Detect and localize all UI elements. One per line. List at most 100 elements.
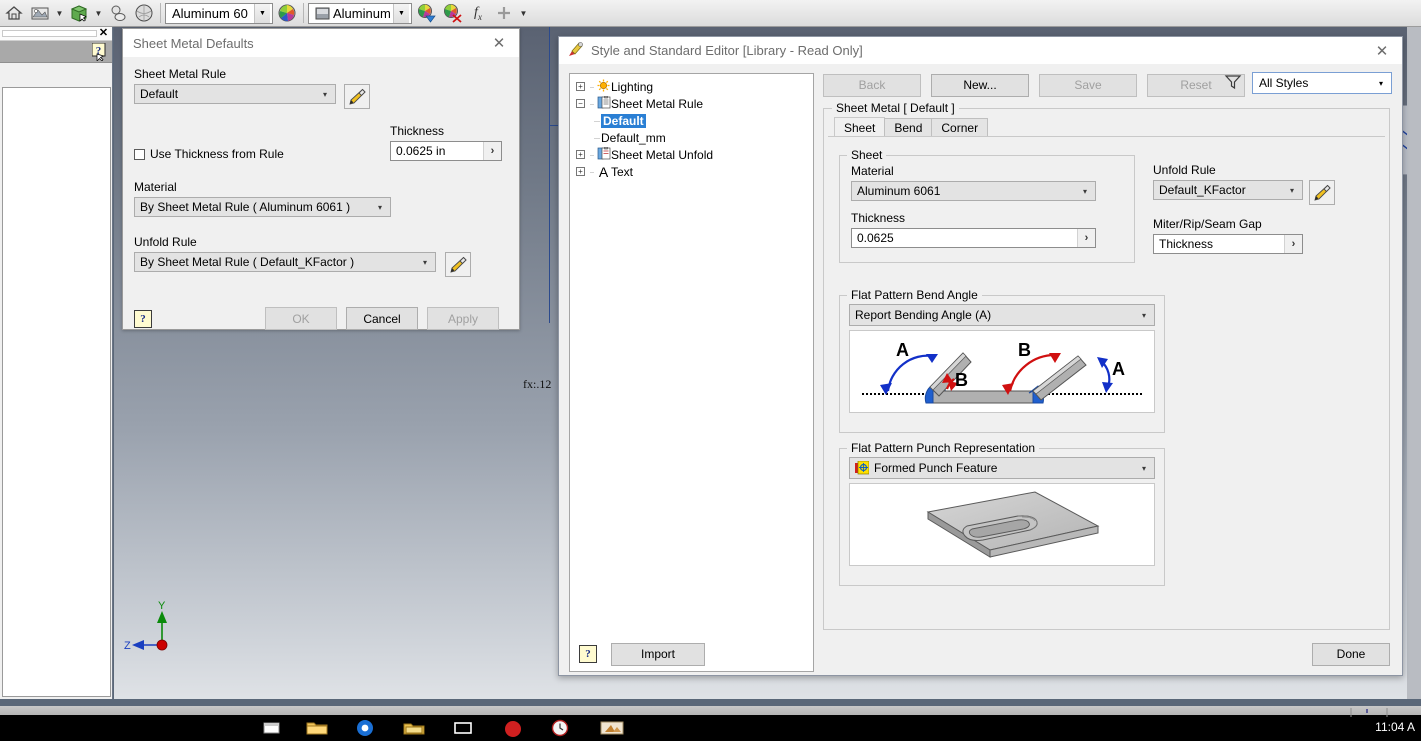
chevron-down-icon[interactable]: ▾ xyxy=(1136,464,1152,473)
sheet-metal-defaults-dialog[interactable]: Sheet Metal Defaults ✕ Sheet Metal Rule … xyxy=(122,28,520,330)
thickness-value: 0.0625 in xyxy=(396,144,446,158)
plus-icon[interactable] xyxy=(492,1,516,25)
taskbar-browser-icon[interactable] xyxy=(355,719,375,737)
sheet-metal-rule-combo[interactable]: Default ▾ xyxy=(134,84,336,104)
apply-button[interactable]: Apply xyxy=(427,307,499,330)
tree-item-default-mm[interactable]: ··· Default_mm xyxy=(576,129,813,146)
more-caret-icon[interactable]: ▼ xyxy=(518,1,529,25)
thickness-input[interactable]: 0.0625 in › xyxy=(390,141,502,161)
tree-item-text[interactable]: + ·· A Text xyxy=(576,163,813,180)
miter-gap-input[interactable]: Thickness › xyxy=(1153,234,1303,254)
unfold-rule-value: Default_KFactor xyxy=(1159,183,1246,197)
help-button[interactable]: ? xyxy=(579,645,597,663)
chevron-down-icon[interactable]: ▾ xyxy=(1136,311,1152,320)
style-editor-main: + ·· Lighting − ·· Sheet Metal Rule ··· … xyxy=(559,64,1402,675)
expander-icon[interactable]: + xyxy=(576,82,585,91)
material-box-icon[interactable] xyxy=(67,1,91,25)
styles-filter-combo[interactable]: All Styles ▾ xyxy=(1252,72,1392,94)
chevron-down-icon[interactable]: ▾ xyxy=(417,258,433,267)
application-toolbar[interactable]: ▼ ▼ Aluminum 60 ▼ Aluminum ▼ fx ▼ xyxy=(0,0,1421,27)
appearance-combo[interactable]: Aluminum 60 ▼ xyxy=(165,2,273,24)
bend-angle-combo[interactable]: Report Bending Angle (A) ▾ xyxy=(849,304,1155,326)
browser-close-icon[interactable]: ✕ xyxy=(97,28,110,39)
taskbar-explorer-icon[interactable] xyxy=(403,719,425,737)
sheet-metal-rule-value: Default xyxy=(140,87,179,101)
done-button[interactable]: Done xyxy=(1312,642,1390,666)
style-and-standard-editor-dialog[interactable]: Style and Standard Editor [Library - Rea… xyxy=(558,36,1403,676)
shaded-display-icon[interactable] xyxy=(106,1,130,25)
chevron-down-icon[interactable]: ▾ xyxy=(1373,79,1389,88)
edit-sheet-metal-rule-button[interactable] xyxy=(344,84,370,109)
tree-item-lighting[interactable]: + ·· Lighting xyxy=(576,78,813,95)
new-label: New... xyxy=(963,78,997,92)
thickness-more-icon[interactable]: › xyxy=(1077,229,1095,247)
close-icon[interactable]: ✕ xyxy=(1362,37,1402,65)
taskbar-app-icon[interactable] xyxy=(453,719,473,737)
home-icon[interactable] xyxy=(2,1,26,25)
fx-icon[interactable]: fx xyxy=(466,1,490,25)
chevron-down-icon[interactable]: ▼ xyxy=(254,3,270,23)
ok-button[interactable]: OK xyxy=(265,307,337,330)
edit-unfold-rule-button[interactable] xyxy=(445,252,471,277)
viewport-scrollbar[interactable] xyxy=(1407,27,1421,699)
panel-tabs[interactable]: Sheet Bend Corner xyxy=(834,117,989,137)
windows-taskbar[interactable]: 11:04 A xyxy=(0,706,1421,741)
color-wheel-icon[interactable] xyxy=(275,1,299,25)
clear-appearance-icon[interactable] xyxy=(440,1,464,25)
material-combo[interactable]: Aluminum ▼ xyxy=(308,2,412,24)
checkbox-box[interactable] xyxy=(134,148,145,160)
tab-corner[interactable]: Corner xyxy=(931,118,989,137)
taskbar-window-icon[interactable] xyxy=(262,719,282,737)
back-button[interactable]: Back xyxy=(823,73,921,97)
expander-icon[interactable]: + xyxy=(576,150,585,159)
punch-rep-combo[interactable]: Formed Punch Feature ▾ xyxy=(849,457,1155,479)
chevron-down-icon[interactable]: ▼ xyxy=(93,1,104,25)
expander-icon[interactable]: + xyxy=(576,167,585,176)
chevron-down-icon[interactable]: ▾ xyxy=(372,203,388,212)
chevron-down-icon[interactable]: ▾ xyxy=(1077,187,1093,196)
edit-unfold-rule-button[interactable] xyxy=(1309,180,1335,205)
taskbar-clock[interactable]: 11:04 A xyxy=(1375,720,1415,734)
tree-item-default[interactable]: ··· Default xyxy=(576,112,813,129)
sphere-render-icon[interactable] xyxy=(132,1,156,25)
unfold-rule-combo[interactable]: By Sheet Metal Rule ( Default_KFactor ) … xyxy=(134,252,436,272)
dialog-title: Sheet Metal Defaults xyxy=(133,35,254,51)
taskbar-tray-separators xyxy=(1331,706,1421,717)
tab-sheet[interactable]: Sheet xyxy=(834,117,886,137)
miter-gap-more-icon[interactable]: › xyxy=(1284,235,1302,253)
adjust-appearance-icon[interactable] xyxy=(414,1,438,25)
chevron-down-icon[interactable]: ▼ xyxy=(393,3,409,23)
taskbar-red-app-icon[interactable] xyxy=(503,719,523,737)
help-button[interactable]: ? xyxy=(134,309,152,328)
tree-item-sheet-metal-rule[interactable]: − ·· Sheet Metal Rule xyxy=(576,95,813,112)
new-button[interactable]: New... xyxy=(931,73,1029,97)
style-filter-row: All Styles ▾ xyxy=(1224,72,1392,94)
sheet-thickness-input[interactable]: 0.0625 › xyxy=(851,228,1096,248)
taskbar-inventor-icon[interactable] xyxy=(600,719,624,737)
unfold-rule-combo[interactable]: Default_KFactor ▾ xyxy=(1153,180,1303,200)
import-button[interactable]: Import xyxy=(611,642,705,666)
expander-icon[interactable]: − xyxy=(576,99,585,108)
use-thickness-from-rule-checkbox[interactable]: Use Thickness from Rule xyxy=(134,147,390,161)
sheet-material-combo[interactable]: Aluminum 6061 ▾ xyxy=(851,181,1096,201)
appearance-icon[interactable] xyxy=(28,1,52,25)
pencil-icon xyxy=(1314,184,1331,201)
cancel-button[interactable]: Cancel xyxy=(346,307,418,330)
filter-icon[interactable] xyxy=(1224,73,1242,94)
browser-search-bar[interactable] xyxy=(2,30,97,37)
chevron-down-icon[interactable]: ▾ xyxy=(317,90,333,99)
close-icon[interactable]: ✕ xyxy=(479,29,519,57)
tree-connector: ·· xyxy=(589,98,595,109)
tab-bend[interactable]: Bend xyxy=(884,118,933,137)
thickness-more-icon[interactable]: › xyxy=(483,142,501,160)
material-combo[interactable]: By Sheet Metal Rule ( Aluminum 6061 ) ▾ xyxy=(134,197,391,217)
save-button[interactable]: Save xyxy=(1039,73,1137,97)
tree-item-sheet-metal-unfold[interactable]: + ·· Sheet Metal Unfold xyxy=(576,146,813,163)
chevron-down-icon[interactable]: ▾ xyxy=(1284,186,1300,195)
taskbar-clock-app-icon[interactable] xyxy=(550,719,570,737)
model-browser-panel[interactable]: ✕ ? xyxy=(0,27,113,699)
browser-tree-area[interactable] xyxy=(2,87,111,697)
taskbar-folder-icon[interactable] xyxy=(306,719,328,737)
style-tree[interactable]: + ·· Lighting − ·· Sheet Metal Rule ··· … xyxy=(569,73,814,672)
chevron-down-icon[interactable]: ▼ xyxy=(54,1,65,25)
